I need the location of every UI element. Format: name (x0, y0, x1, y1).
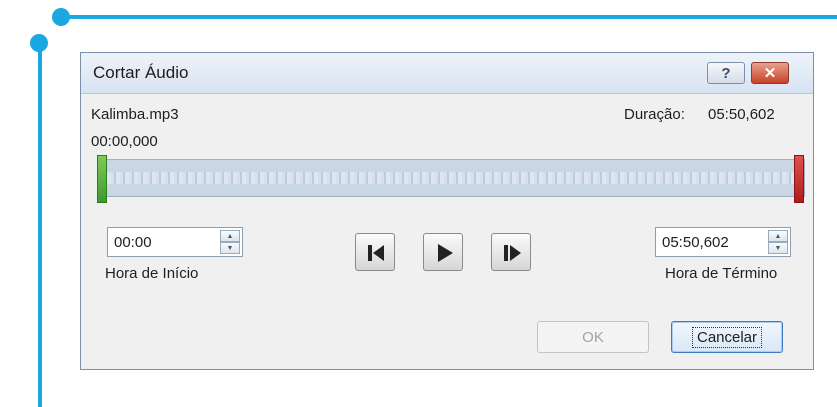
end-time-label: Hora de Término (665, 265, 778, 282)
start-time-stepper[interactable]: ▲ ▼ (107, 227, 243, 257)
chevron-up-icon[interactable]: ▲ (768, 230, 788, 242)
decorative-dot-top (52, 8, 70, 26)
chevron-down-icon[interactable]: ▼ (768, 242, 788, 254)
start-time-label: Hora de Início (105, 265, 199, 282)
trim-audio-dialog: Cortar Áudio ? ✕ Kalimba.mp3 Duração: 05… (80, 52, 814, 370)
previous-frame-button[interactable] (355, 233, 395, 271)
start-time-input[interactable] (114, 231, 214, 253)
end-time-spin-buttons[interactable]: ▲ ▼ (768, 230, 788, 254)
play-button[interactable] (423, 233, 463, 271)
audio-waveform-track[interactable] (101, 159, 805, 197)
decorative-dot-left (30, 34, 48, 52)
title-bar: Cortar Áudio ? ✕ (81, 53, 813, 94)
previous-frame-icon (368, 245, 384, 261)
dialog-title: Cortar Áudio (93, 63, 189, 82)
file-name: Kalimba.mp3 (91, 106, 179, 123)
chevron-up-icon[interactable]: ▲ (220, 230, 240, 242)
next-frame-icon (504, 245, 521, 261)
cancel-button[interactable]: Cancelar (671, 321, 783, 353)
end-trim-handle[interactable] (794, 155, 804, 203)
waveform (102, 172, 804, 184)
help-button[interactable]: ? (707, 62, 745, 84)
play-icon (438, 244, 453, 262)
end-time-stepper[interactable]: ▲ ▼ (655, 227, 791, 257)
start-trim-handle[interactable] (97, 155, 107, 203)
next-frame-button[interactable] (491, 233, 531, 271)
ok-button[interactable]: OK (537, 321, 649, 353)
decorative-line-horizontal (60, 15, 837, 19)
current-position: 00:00,000 (91, 133, 158, 150)
decorative-line-vertical (38, 42, 42, 407)
chevron-down-icon[interactable]: ▼ (220, 242, 240, 254)
end-time-input[interactable] (662, 231, 762, 253)
start-time-spin-buttons[interactable]: ▲ ▼ (220, 230, 240, 254)
duration-label: Duração: (624, 106, 685, 123)
cancel-button-label: Cancelar (691, 326, 763, 348)
duration-value: 05:50,602 (708, 106, 775, 123)
close-button[interactable]: ✕ (751, 62, 789, 84)
